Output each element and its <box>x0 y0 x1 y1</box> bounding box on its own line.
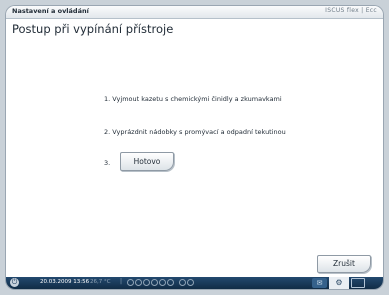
slot-indicator <box>127 279 134 286</box>
slot-indicator <box>151 279 158 286</box>
window-title: Nastavení a ovládání <box>12 7 89 15</box>
step-2: 2. Vyprázdnit nádobky s promývací a odpa… <box>104 128 286 136</box>
page-title: Postup při vypínání přístroje <box>12 22 174 36</box>
settings-gear-icon[interactable]: ⚙ <box>329 277 349 289</box>
slot-indicator <box>159 279 166 286</box>
title-bar: Nastavení a ovládání ISCUS flex | Ecc <box>6 6 383 19</box>
status-datetime: 20.03.2009 13:56 <box>40 279 90 285</box>
cancel-button[interactable]: Zrušit <box>317 255 371 273</box>
step-number: 2. <box>104 128 111 136</box>
step-text: Vyjmout kazetu s chemickými činidly a zk… <box>112 95 282 103</box>
slot-indicator <box>135 279 142 286</box>
slot-indicator <box>167 279 174 286</box>
status-separator: | <box>120 278 123 285</box>
slot-indicators <box>127 278 194 287</box>
info-icon[interactable]: ✉ <box>312 278 327 288</box>
slot-indicator <box>187 279 194 286</box>
slot-indicator <box>179 279 186 286</box>
device-screen: Nastavení a ovládání ISCUS flex | Ecc Po… <box>6 6 383 289</box>
status-bar: ⏻ 20.03.2009 13:56 26,7 °C | ✉ ⚙ <box>6 277 383 289</box>
window-icon[interactable] <box>351 278 365 288</box>
step-text: Vyprázdnit nádobky s promývací a odpadní… <box>112 128 286 136</box>
brand-logo: ISCUS flex | Ecc <box>325 7 377 14</box>
status-temperature: 26,7 °C <box>90 279 111 285</box>
done-button[interactable]: Hotovo <box>120 152 174 171</box>
power-icon[interactable]: ⏻ <box>10 278 19 287</box>
step-number: 1. <box>104 95 111 103</box>
step-1: 1. Vyjmout kazetu s chemickými činidly a… <box>104 95 282 103</box>
step-3-number: 3. <box>104 159 111 167</box>
slot-indicator <box>143 279 150 286</box>
